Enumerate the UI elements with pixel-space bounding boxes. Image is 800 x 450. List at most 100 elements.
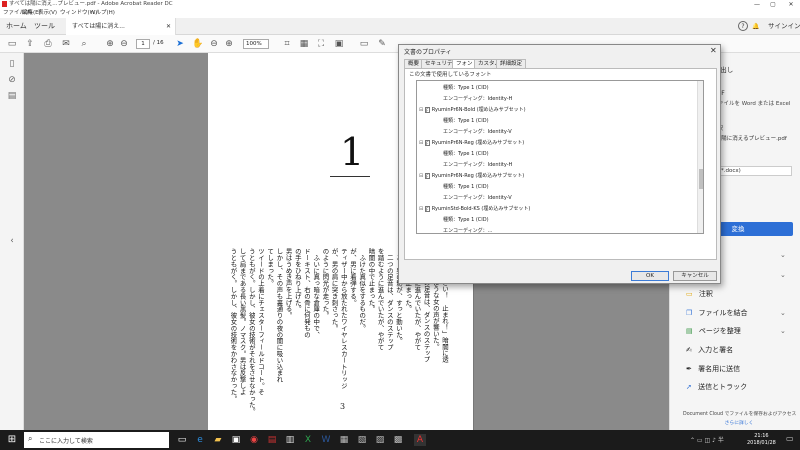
font-property-text: エンコーディング：Identity-V xyxy=(443,195,512,201)
fullscreen-icon[interactable]: ⛶ xyxy=(315,38,327,50)
font-entry[interactable]: ⊟ F RyuminPr6N-Reg (埋め込みサブセット) xyxy=(419,171,697,182)
tag-icon[interactable]: ▤ xyxy=(6,91,18,103)
scroll-mode-icon[interactable]: ▦ xyxy=(298,38,310,50)
app-icon[interactable]: ▤ xyxy=(266,434,278,446)
font-property-text: 種類：Type 1 (CID) xyxy=(443,184,489,190)
fit-page-icon[interactable]: ⌗ xyxy=(281,38,293,50)
zoom-in-icon[interactable]: ⊕ xyxy=(223,38,235,50)
app-icon[interactable]: ▥ xyxy=(284,434,296,446)
font-file-icon: F xyxy=(424,139,430,146)
learn-more-link[interactable]: さらに詳しく xyxy=(683,419,795,426)
hand-tool-icon[interactable]: ✋ xyxy=(192,38,204,50)
notification-icon[interactable]: ▭ xyxy=(786,434,794,443)
font-list-scrollbar[interactable] xyxy=(697,81,703,233)
fill-sign-tool[interactable]: ✍ 入力と署名 xyxy=(686,345,733,355)
menu-view[interactable]: 表示(V) xyxy=(38,9,57,18)
send-sign-icon: ✒ xyxy=(686,365,692,373)
pen-icon[interactable]: ✎ xyxy=(376,38,388,50)
search-icon[interactable]: ⌕ xyxy=(78,38,90,50)
store-icon[interactable]: ▣ xyxy=(230,434,242,446)
organize-label: ページを整理 xyxy=(698,327,741,335)
close-tab-icon[interactable]: ✕ xyxy=(166,18,171,35)
tab-bar: ホーム ツール すべては陽に消え... ✕ ? 🔔 サインイン xyxy=(0,18,800,35)
bookmark-icon[interactable]: ▯ xyxy=(6,59,18,71)
tray-icons[interactable]: ⌃ ▭ ◫ ♪ 半 xyxy=(690,435,724,444)
calculator-icon[interactable]: ▩ xyxy=(392,434,404,446)
maximize-button[interactable]: ▢ xyxy=(766,0,780,9)
task-view-icon[interactable]: ▭ xyxy=(176,434,188,446)
clock-date: 2018/01/28 xyxy=(747,440,776,446)
font-entry[interactable]: ⊟ F RyuminPr6N-Bold (埋め込みサブセット) xyxy=(419,105,697,116)
help-icon[interactable]: ? xyxy=(738,21,748,31)
text-column: 二つの足音は、ダンスのステップ xyxy=(385,248,394,351)
excel-icon[interactable]: X xyxy=(302,434,314,446)
comment-icon[interactable]: ▭ xyxy=(358,38,370,50)
font-entry[interactable]: ⊟ F RyuminStd-Bold-KS (埋め込みサブセット) xyxy=(419,204,697,215)
search-icon: ⌕ xyxy=(28,434,33,443)
select-cursor-icon[interactable]: ➤ xyxy=(174,38,186,50)
prev-page-icon[interactable]: ⊕ xyxy=(104,38,116,50)
text-column: ティザー中から放たれたワイヤレスカートリッジ xyxy=(339,248,348,389)
windows-start-icon[interactable]: ⊞ xyxy=(6,434,18,446)
word-icon[interactable]: W xyxy=(320,434,332,446)
chevron-down-icon[interactable]: ⌄ xyxy=(780,251,786,259)
font-property: 種類：Type 1 (CID) xyxy=(443,182,703,193)
clock[interactable]: 21:16 2018/01/28 xyxy=(747,433,776,447)
ok-button[interactable]: OK xyxy=(631,271,669,281)
app-icon[interactable]: ▧ xyxy=(356,434,368,446)
print-icon[interactable]: ⎙ xyxy=(42,38,54,50)
edge-icon[interactable]: e xyxy=(194,434,206,446)
zoom-out-icon[interactable]: ⊖ xyxy=(208,38,220,50)
acrobat-icon xyxy=(2,1,7,7)
text-column: が、男の肩に突き刺さった。 xyxy=(330,248,339,332)
chevron-down-icon[interactable]: ⌄ xyxy=(780,271,786,279)
tab-advanced[interactable]: 詳細設定 xyxy=(496,59,527,68)
save-icon[interactable]: ▭ xyxy=(6,38,18,50)
font-name: RyuminPr6N-Reg (埋め込みサブセット) xyxy=(431,173,525,179)
taskbar-search[interactable]: ⌕ ここに入力して検索 xyxy=(24,432,169,448)
document-tab-label: すべては陽に消え... xyxy=(72,23,125,30)
acrobat-taskbar-icon[interactable]: A xyxy=(414,434,426,446)
expand-left-icon[interactable]: ‹ xyxy=(6,236,18,248)
chrome-icon[interactable]: ◉ xyxy=(248,434,260,446)
app-icon[interactable]: ▦ xyxy=(338,434,350,446)
combine-tool[interactable]: ❐ ファイルを結合 xyxy=(686,308,748,318)
comment-tool[interactable]: ▭ 注釈 xyxy=(686,289,713,299)
chevron-down-icon[interactable]: ⌄ xyxy=(780,327,786,335)
tab-tools[interactable]: ツール xyxy=(34,18,55,35)
clock-time: 21:16 xyxy=(754,433,769,439)
organize-tool[interactable]: ▤ ページを整理 xyxy=(686,326,741,336)
email-icon[interactable]: ✉ xyxy=(60,38,72,50)
send-track-tool[interactable]: ➚ 送信とトラック xyxy=(686,382,747,392)
font-property: 種類：Type 1 (CID) xyxy=(443,215,703,226)
minimize-button[interactable]: — xyxy=(750,0,764,9)
rotate-icon[interactable]: ▣ xyxy=(333,38,345,50)
font-property-text: エンコーディング：Identity-H xyxy=(443,162,513,168)
tab-home[interactable]: ホーム xyxy=(6,18,27,35)
menu-help[interactable]: ヘルプ(H) xyxy=(90,9,115,18)
close-icon[interactable]: ✕ xyxy=(710,46,717,55)
fill-sign-icon: ✍ xyxy=(686,346,692,354)
cancel-button[interactable]: キャンセル xyxy=(673,271,717,281)
fill-sign-label: 入力と署名 xyxy=(698,346,734,354)
app-icon[interactable]: ▨ xyxy=(374,434,386,446)
font-entry[interactable]: ⊟ F RyuminPr6N-Reg (埋め込みサブセット) xyxy=(419,138,697,149)
chevron-down-icon[interactable]: ⌄ xyxy=(780,309,786,317)
file-explorer-icon[interactable]: ▰ xyxy=(212,434,224,446)
bell-icon[interactable]: 🔔 xyxy=(752,18,759,35)
close-window-button[interactable]: ✕ xyxy=(784,0,798,9)
text-column: が、男に着弾する。 xyxy=(349,248,357,306)
signin-link[interactable]: サインイン xyxy=(768,18,800,35)
send-sign-tool[interactable]: ✒ 署名用に送信 xyxy=(686,364,740,374)
tab-document[interactable]: すべては陽に消え... ✕ xyxy=(66,18,176,35)
zoom-select[interactable]: 100% xyxy=(243,39,269,49)
font-list[interactable]: 種類：Type 1 (CID) エンコーディング：Identity-H ⊟ F Ryu… xyxy=(416,80,704,234)
upload-icon[interactable]: ⇪ xyxy=(24,38,36,50)
fonts-caption: この文書で使用しているフォント xyxy=(409,72,492,78)
attachment-icon[interactable]: ⊘ xyxy=(6,75,18,87)
scrollbar-thumb[interactable] xyxy=(699,169,703,189)
page-number-input[interactable]: 1 xyxy=(136,39,150,49)
font-file-icon: F xyxy=(424,106,430,113)
text-column: ふけた真似をするものだ。 xyxy=(358,248,367,332)
next-page-icon[interactable]: ⊖ xyxy=(118,38,130,50)
